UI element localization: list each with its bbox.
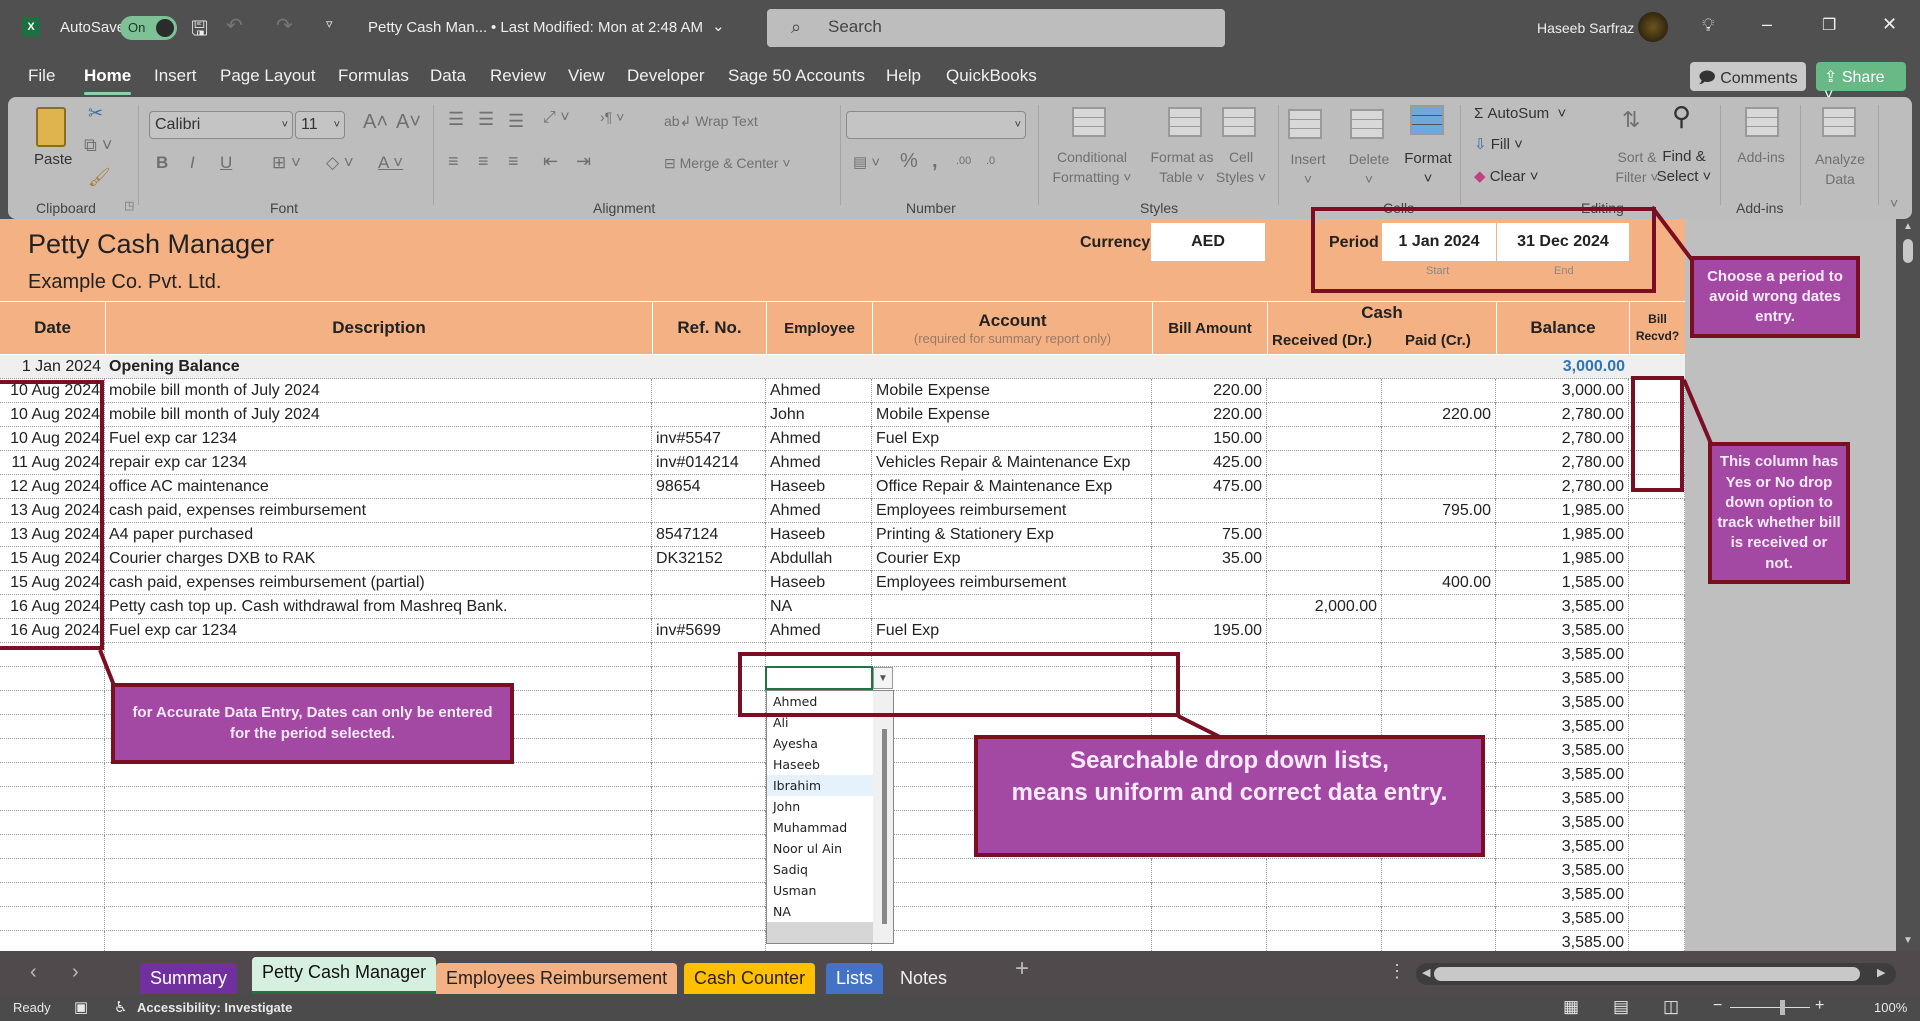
zoom-out-icon[interactable]: − [1713, 997, 1722, 1015]
page-layout-view-icon[interactable]: ▤ [1613, 997, 1629, 1017]
add-sheet-icon[interactable]: + [1015, 955, 1029, 983]
callout-leaders [98, 205, 1714, 742]
dropdown-callout-line2: means uniform and correct data entry. [1011, 779, 1448, 807]
more-options-icon[interactable]: ⋮ [1388, 961, 1406, 982]
dropdown-callout: Searchable drop down lists, means unifor… [974, 735, 1485, 857]
macro-recorder-icon[interactable]: ▣ [74, 998, 88, 1016]
sheet-tab[interactable]: Cash Counter [684, 963, 816, 994]
sheet-tab[interactable]: Employees Reimbursement [436, 963, 678, 994]
zoom-slider-handle[interactable] [1780, 1000, 1785, 1015]
sheet-tab[interactable]: Lists [826, 963, 884, 994]
next-sheet-icon[interactable]: › [72, 961, 79, 984]
horizontal-scroll-thumb[interactable] [1434, 967, 1860, 981]
bill-recvd-callout: This column has Yes or No drop down opti… [1708, 442, 1850, 584]
horizontal-scrollbar[interactable]: ◀ ▶ [1416, 963, 1896, 985]
period-callout: Choose a period to avoid wrong dates ent… [1690, 256, 1860, 338]
sheet-tab[interactable]: Petty Cash Manager [252, 957, 437, 994]
zoom-in-icon[interactable]: + [1815, 997, 1824, 1015]
sheet-tabs-bar: ‹ › Summary Petty Cash Manager Employees R… [0, 951, 1920, 994]
zoom-level[interactable]: 100% [1874, 1000, 1907, 1015]
zoom-slider[interactable] [1730, 1007, 1810, 1008]
sheet-tab[interactable]: Notes [890, 963, 957, 994]
prev-sheet-icon[interactable]: ‹ [30, 961, 37, 984]
accessibility-icon[interactable]: ♿︎ [114, 998, 127, 1016]
vertical-scroll-thumb[interactable] [1903, 239, 1913, 263]
vertical-scrollbar[interactable]: ▲ ▼ [1896, 219, 1920, 951]
dropdown-highlight-box [738, 652, 1180, 717]
dropdown-callout-line1: Searchable drop down lists, [1070, 747, 1389, 774]
sheet-tab[interactable]: Summary [140, 963, 238, 994]
dates-callout: for Accurate Data Entry, Dates can only … [111, 683, 514, 764]
normal-view-icon[interactable]: ▦ [1563, 997, 1579, 1017]
dates-highlight-box [0, 380, 104, 650]
status-ready: Ready [13, 1000, 51, 1015]
page-break-view-icon[interactable]: ◫ [1663, 997, 1679, 1017]
bill-recvd-highlight-box [1631, 376, 1684, 492]
accessibility-status[interactable]: Accessibility: Investigate [137, 1000, 292, 1015]
status-bar: Ready ▣ ♿︎ Accessibility: Investigate ▦ … [0, 994, 1920, 1021]
